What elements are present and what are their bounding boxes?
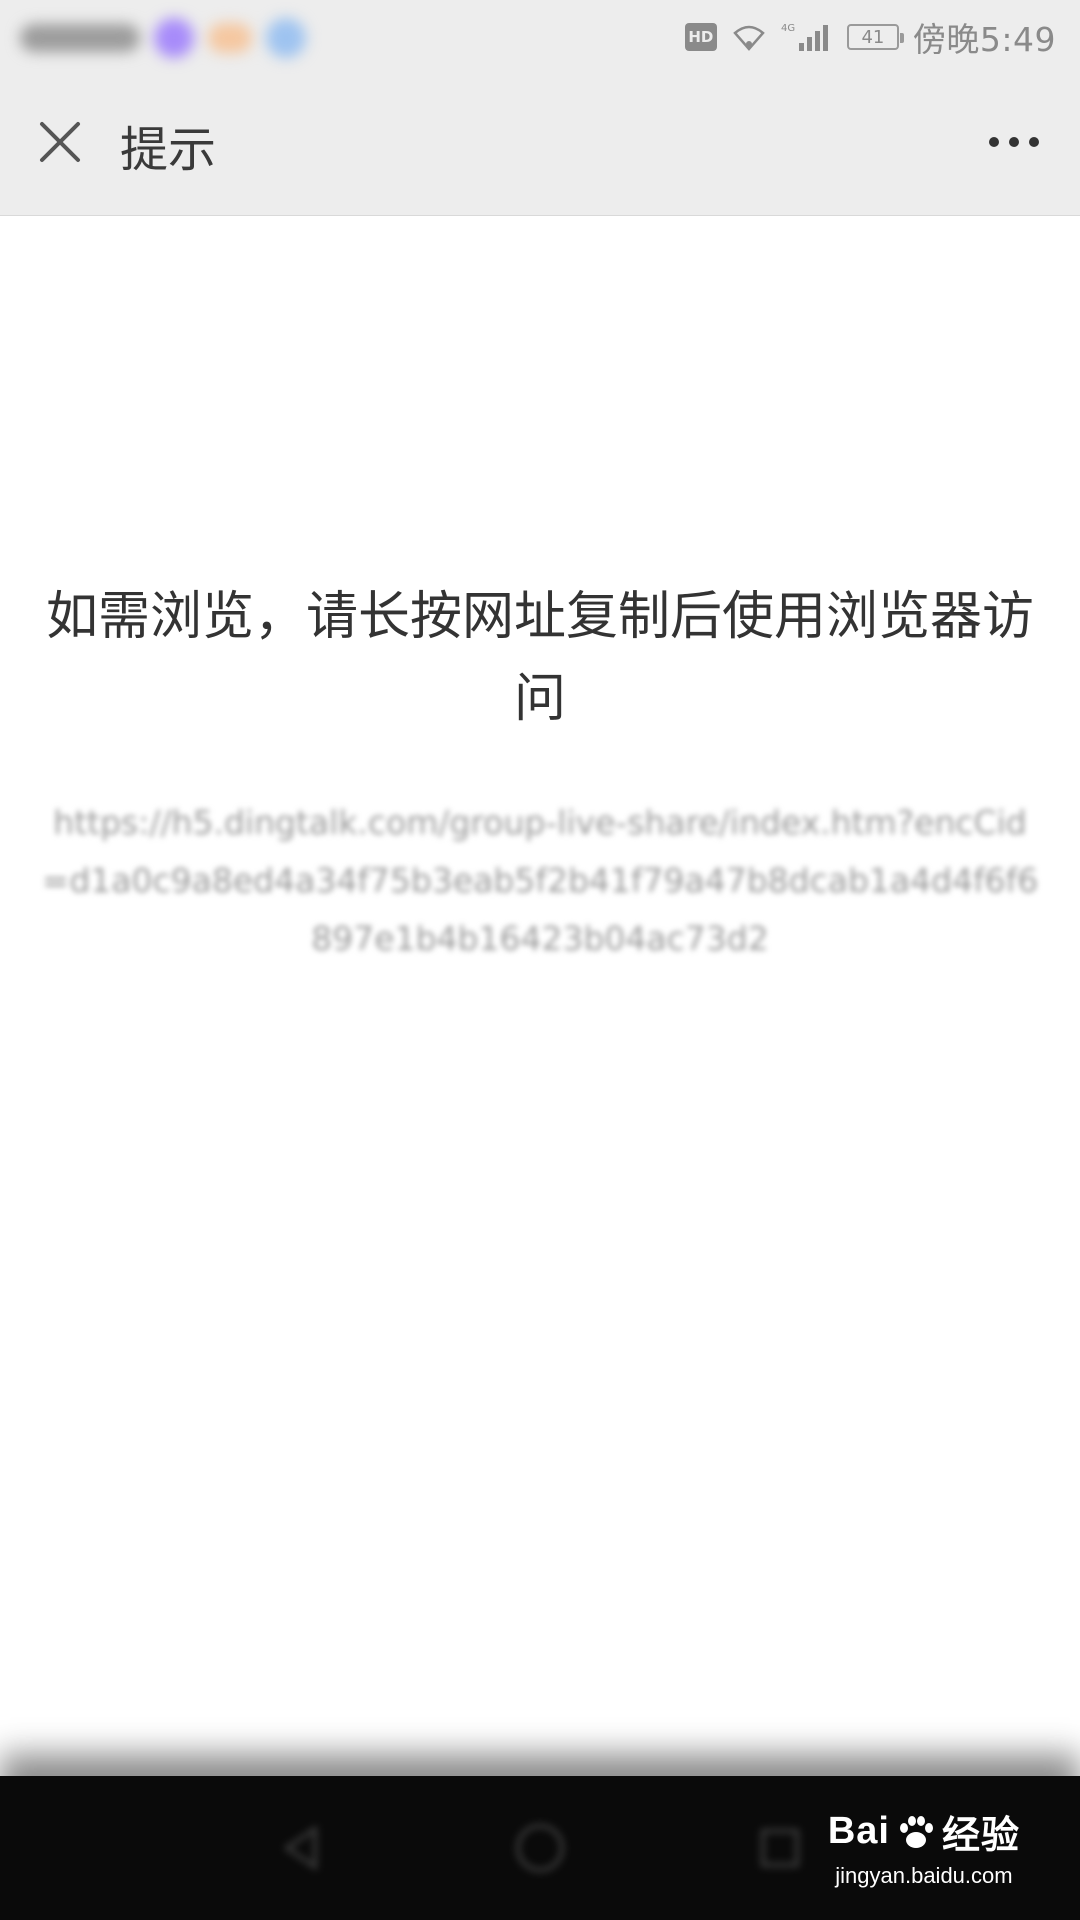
web-content: 如需浏览，请长按网址复制后使用浏览器访问 https://h5.dingtalk… [0, 216, 1080, 1776]
close-button[interactable] [28, 110, 92, 174]
watermark-brand-suffix: 经验 [941, 1815, 1020, 1857]
notification-app-icon [208, 23, 252, 53]
watermark-brand: Bai [827, 1810, 890, 1852]
back-key[interactable] [268, 1814, 336, 1882]
close-icon [40, 122, 80, 162]
recents-key[interactable] [746, 1814, 814, 1882]
watermark-logo: Bai 经验 [828, 1804, 1020, 1859]
page-title: 提示 [120, 122, 217, 178]
nav-bar: 提示 [0, 74, 1080, 216]
status-indicators: HD 4G 41 傍晚5:49 [684, 0, 1056, 74]
home-key[interactable] [506, 1814, 574, 1882]
wifi-icon [731, 23, 767, 51]
share-url[interactable]: https://h5.dingtalk.com/group-live-share… [40, 794, 1040, 968]
screen: HD 4G 41 傍晚5:49 提示 如需浏览，请长按网址复制后使用浏览器访问 … [0, 0, 1080, 1920]
notification-icons [20, 18, 306, 58]
more-options-button[interactable] [976, 110, 1052, 174]
battery-icon: 41 [846, 24, 904, 50]
hd-icon: HD [684, 23, 717, 51]
home-circle-icon [516, 1824, 564, 1872]
clock: 傍晚5:49 [912, 20, 1056, 59]
notification-text-blur [20, 24, 140, 52]
instruction-message: 如需浏览，请长按网址复制后使用浏览器访问 [45, 587, 1034, 729]
paw-icon [899, 1815, 933, 1848]
notification-app-icon [266, 18, 306, 58]
cell-signal-icon: 4G [781, 21, 833, 53]
back-triangle-icon [283, 1825, 317, 1871]
system-navigation-bar: Bai 经验 jingyan.baidu.com [0, 1776, 1080, 1920]
baidu-jingyan-watermark: Bai 经验 jingyan.baidu.com [828, 1804, 1020, 1889]
svg-text:4G: 4G [781, 23, 795, 34]
battery-level: 41 [861, 26, 885, 48]
more-horizontal-icon [989, 137, 1039, 147]
recents-square-icon [761, 1829, 799, 1867]
watermark-url: jingyan.baidu.com [835, 1863, 1013, 1888]
notification-app-icon [154, 18, 194, 58]
status-bar: HD 4G 41 傍晚5:49 [0, 0, 1080, 74]
